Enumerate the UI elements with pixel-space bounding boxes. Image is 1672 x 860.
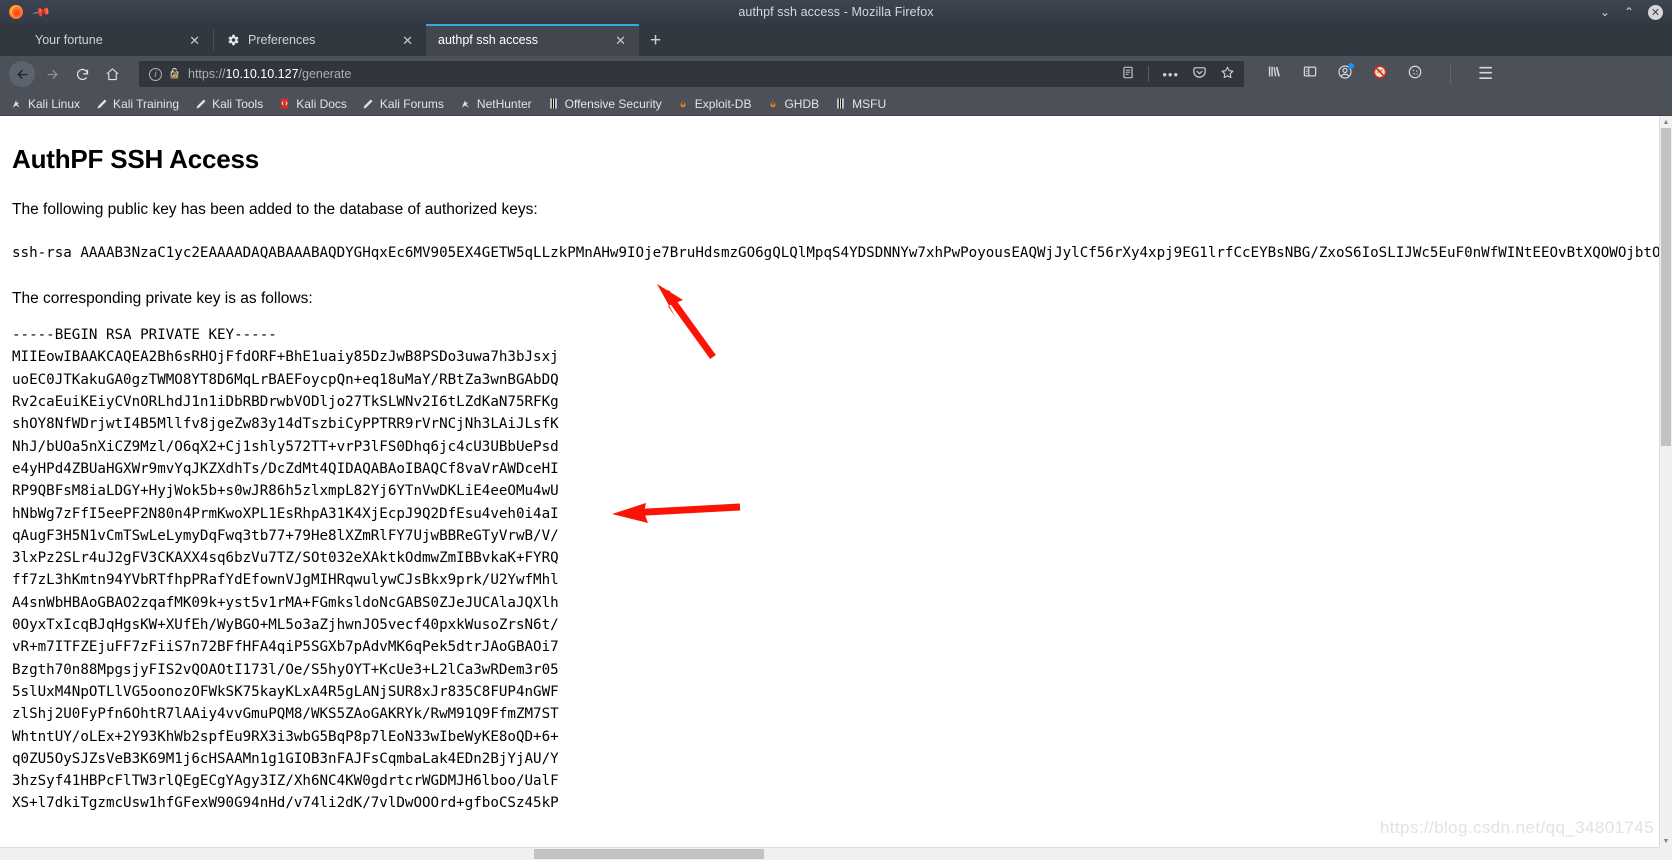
account-icon[interactable] <box>1337 62 1354 85</box>
kali-pen-icon <box>95 97 108 110</box>
bookmark-kali-linux[interactable]: Kali Linux <box>10 97 80 111</box>
maximize-button[interactable]: ⌃ <box>1624 6 1634 18</box>
tab-your-fortune[interactable]: Your fortune ✕ <box>0 24 213 56</box>
url-bar[interactable]: i https://10.10.10.127/generate ••• <box>139 61 1244 87</box>
offsec-icon <box>547 97 560 110</box>
toolbar-icons: ☰ <box>1266 62 1493 85</box>
kali-pen-icon <box>194 97 207 110</box>
kali-pen-icon <box>362 97 375 110</box>
bookmark-offensive-security[interactable]: Offensive Security <box>547 97 662 111</box>
scroll-down-arrow-icon[interactable]: ▼ <box>1660 835 1672 847</box>
pocket-icon[interactable] <box>1192 65 1207 83</box>
bookmark-nethunter[interactable]: NetHunter <box>459 97 532 111</box>
gear-icon <box>225 33 240 48</box>
bookmark-label: Kali Linux <box>28 96 81 111</box>
page-info-icon[interactable]: i <box>149 67 162 81</box>
vertical-scrollbar-thumb[interactable] <box>1661 128 1671 446</box>
bookmark-label: Kali Docs <box>296 96 347 111</box>
url-scheme: https:// <box>188 67 226 81</box>
firefox-logo-icon <box>8 4 24 20</box>
more-actions-icon[interactable]: ••• <box>1162 67 1179 82</box>
kali-dragon-icon <box>10 97 23 110</box>
forward-button[interactable] <box>39 61 65 87</box>
bookmark-label: Kali Training <box>113 96 180 111</box>
reader-view-icon[interactable] <box>1121 65 1135 83</box>
reload-button[interactable] <box>69 61 95 87</box>
bookmark-label: Offensive Security <box>564 96 662 111</box>
hamburger-menu-icon[interactable]: ☰ <box>1478 64 1493 84</box>
navigation-toolbar: i https://10.10.10.127/generate ••• ☰ <box>0 56 1672 92</box>
public-key-text: ssh-rsa AAAAB3NzaC1yc2EAAAADAQABAAABAQDY… <box>12 244 1659 261</box>
bookmark-star-icon[interactable] <box>1220 65 1235 83</box>
tab-label: authpf ssh access <box>438 33 539 47</box>
tab-close-icon[interactable]: ✕ <box>612 32 629 49</box>
horizontal-scrollbar-thumb[interactable] <box>534 849 764 859</box>
kali-docs-icon <box>278 97 291 110</box>
urlbar-divider <box>1148 66 1150 82</box>
tab-authpf-ssh-access[interactable]: authpf ssh access ✕ <box>426 24 639 56</box>
noscript-icon[interactable] <box>1372 64 1388 85</box>
bookmark-msfu[interactable]: MSFU <box>834 97 886 111</box>
blank-page-icon <box>12 33 27 48</box>
bookmark-kali-training[interactable]: Kali Training <box>95 97 179 111</box>
window-controls: ⌄ ⌃ ✕ <box>1600 4 1672 20</box>
account-badge-dot <box>1348 62 1354 69</box>
bookmark-kali-tools[interactable]: Kali Tools <box>194 97 263 111</box>
pin-icon[interactable]: 📌 <box>31 2 51 22</box>
bookmark-ghdb[interactable]: GHDB <box>766 97 819 111</box>
close-window-button[interactable]: ✕ <box>1648 4 1663 20</box>
bookmark-kali-docs[interactable]: Kali Docs <box>278 97 347 111</box>
page-title: AuthPF SSH Access <box>12 144 260 174</box>
window-titlebar: 📌 authpf ssh access - Mozilla Firefox ⌄ … <box>0 0 1672 24</box>
url-host: 10.10.10.127 <box>225 67 299 81</box>
home-button[interactable] <box>99 61 125 87</box>
back-button[interactable] <box>9 61 35 87</box>
public-key-intro-text: The following public key has been added … <box>12 201 538 218</box>
tab-label: Preferences <box>248 33 316 47</box>
horizontal-scrollbar[interactable] <box>0 847 1659 860</box>
bookmark-label: Kali Forums <box>379 96 444 111</box>
tab-label: Your fortune <box>35 33 103 47</box>
bookmark-label: GHDB <box>784 96 820 111</box>
watermark-text: https://blog.csdn.net/qq_34801745 <box>1379 818 1654 837</box>
page-content: AuthPF SSH Access The following public k… <box>0 116 1659 847</box>
bookmark-exploit-db[interactable]: Exploit-DB <box>677 96 752 111</box>
private-key-intro-text: The corresponding private key is as foll… <box>12 289 313 307</box>
toolbar-divider <box>1450 64 1451 84</box>
url-text[interactable]: https://10.10.10.127/generate <box>188 67 1114 81</box>
tab-close-icon[interactable]: ✕ <box>186 32 203 49</box>
bookmark-label: NetHunter <box>476 96 532 111</box>
tab-strip: Your fortune ✕ Preferences ✕ authpf ssh … <box>0 24 1672 56</box>
site-identity-group[interactable]: i <box>149 66 181 83</box>
url-path: /generate <box>298 67 352 81</box>
tab-preferences[interactable]: Preferences ✕ <box>213 24 426 56</box>
scroll-up-arrow-icon[interactable]: ▲ <box>1660 116 1672 128</box>
tab-close-icon[interactable]: ✕ <box>399 32 416 49</box>
minimize-button[interactable]: ⌄ <box>1600 6 1610 18</box>
bookmark-label: Kali Tools <box>212 96 264 111</box>
bookmarks-toolbar: Kali Linux Kali Training Kali Tools Kali… <box>0 92 1672 116</box>
library-icon[interactable] <box>1266 64 1283 84</box>
offsec-icon <box>834 97 847 110</box>
kali-dragon-icon <box>459 97 472 110</box>
bookmark-kali-forums[interactable]: Kali Forums <box>362 97 444 111</box>
sidebar-icon[interactable] <box>1302 64 1318 84</box>
exploitdb-flame-icon <box>766 97 779 110</box>
new-tab-button[interactable]: + <box>639 24 672 56</box>
window-title: authpf ssh access - Mozilla Firefox <box>738 5 934 19</box>
browser-viewport: AuthPF SSH Access The following public k… <box>0 116 1672 860</box>
scrollbar-corner <box>1659 847 1672 860</box>
titlebar-left-group: 📌 <box>0 2 200 22</box>
exploitdb-flame-icon <box>677 97 690 110</box>
private-key-block: -----BEGIN RSA PRIVATE KEY----- MIIEowIB… <box>12 327 559 812</box>
cookie-icon[interactable] <box>1407 64 1423 85</box>
urlbar-action-icons: ••• <box>1121 65 1238 83</box>
bookmark-label: Exploit-DB <box>694 96 752 111</box>
bookmark-label: MSFU <box>852 96 887 111</box>
vertical-scrollbar[interactable]: ▲ ▼ <box>1659 116 1672 847</box>
insecure-lock-warning-icon[interactable] <box>168 66 181 83</box>
